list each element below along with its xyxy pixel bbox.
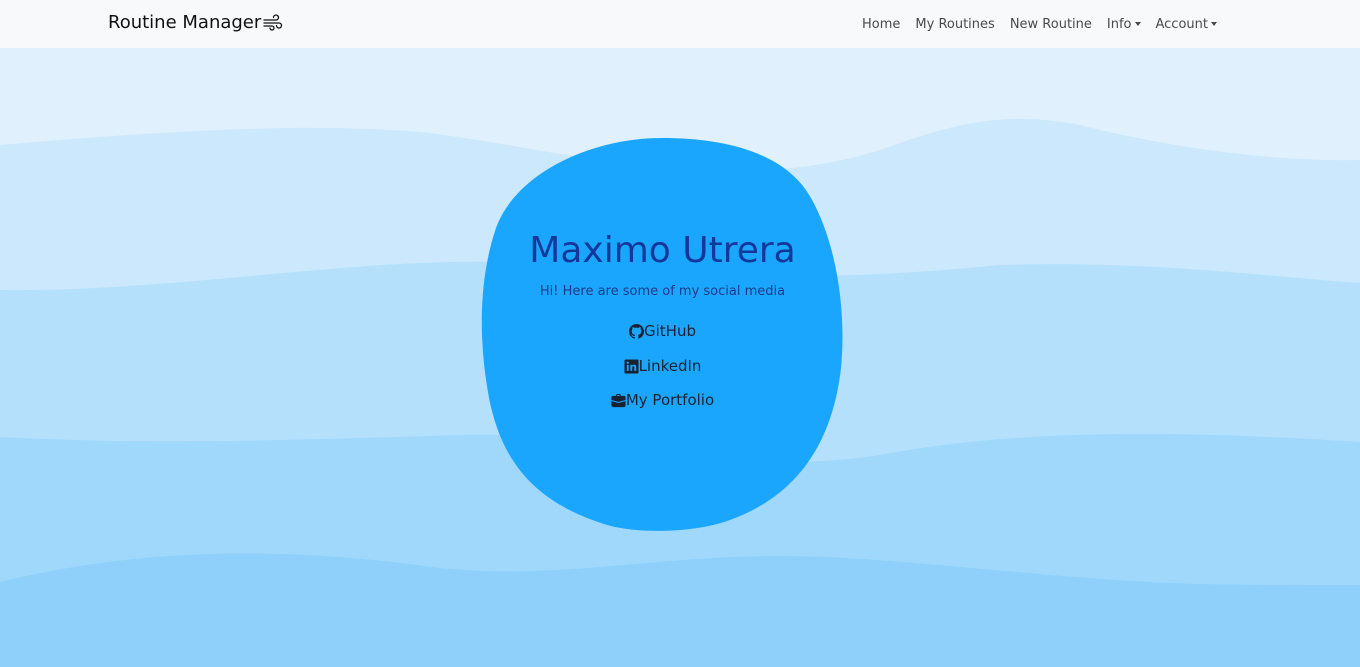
nav-account-dropdown[interactable]: Account [1156,17,1217,32]
portfolio-label: My Portfolio [625,391,715,409]
nav-menu: Home My Routines New Routine Info Accoun… [862,0,1217,48]
caret-down-icon [1134,22,1141,26]
navbar: Routine Manager Home My Routines New Rou… [0,0,1360,48]
profile-name: Maximo Utrera [529,230,796,271]
github-label: GitHub [644,322,696,340]
linkedin-link[interactable]: LinkedIn [481,357,844,375]
nav-my-routines[interactable]: My Routines [915,17,994,32]
github-icon [629,323,644,339]
nav-home[interactable]: Home [862,17,900,32]
nav-info-dropdown[interactable]: Info [1107,17,1141,32]
nav-new-routine[interactable]: New Routine [1010,17,1092,32]
portfolio-link[interactable]: My Portfolio [481,391,844,409]
linkedin-icon [624,358,639,374]
brand-link[interactable]: Routine Manager [108,12,283,33]
profile-subtitle: Hi! Here are some of my social media [539,284,786,299]
briefcase-icon [611,393,626,407]
profile-card: Maximo Utrera Hi! Here are some of my so… [481,138,844,532]
wind-icon [263,13,283,31]
brand-title: Routine Manager [108,12,262,33]
github-link[interactable]: GitHub [481,322,844,340]
caret-down-icon [1211,22,1217,26]
linkedin-label: LinkedIn [638,357,702,375]
